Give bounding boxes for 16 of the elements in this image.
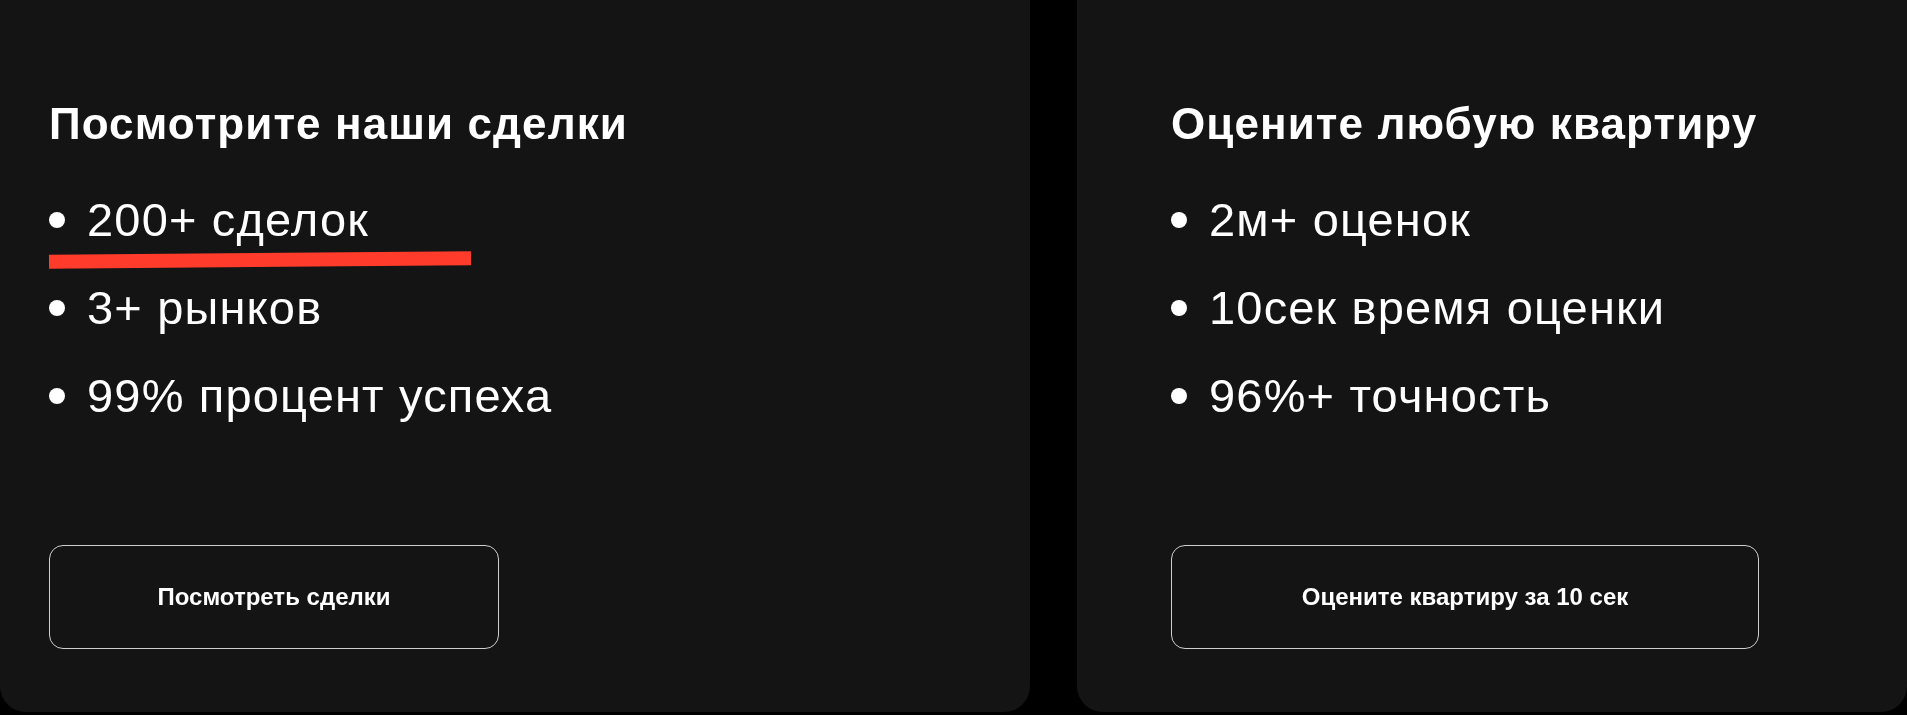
bullet-icon — [49, 212, 65, 228]
stat-text: 10сек время оценки — [1209, 281, 1666, 335]
stat-text: 99% процент успеха — [87, 369, 553, 423]
action-button[interactable]: Оцените квартиру за 10 сек — [1171, 545, 1759, 649]
bullet-icon — [49, 388, 65, 404]
bullet-icon — [1171, 212, 1187, 228]
stat-text: 3+ рынков — [87, 281, 323, 335]
stat-text: 200+ сделок — [87, 193, 369, 247]
stat-text: 2м+ оценок — [1209, 193, 1472, 247]
bullet-icon — [1171, 300, 1187, 316]
stat-text: 96%+ точность — [1209, 369, 1552, 423]
bullet-icon — [1171, 388, 1187, 404]
bullet-icon — [49, 300, 65, 316]
card-title: Оцените любую квартиру — [1171, 98, 1758, 150]
action-button[interactable]: Посмотреть сделки — [49, 545, 499, 649]
card-title: Посмотрите наши сделки — [49, 98, 628, 150]
